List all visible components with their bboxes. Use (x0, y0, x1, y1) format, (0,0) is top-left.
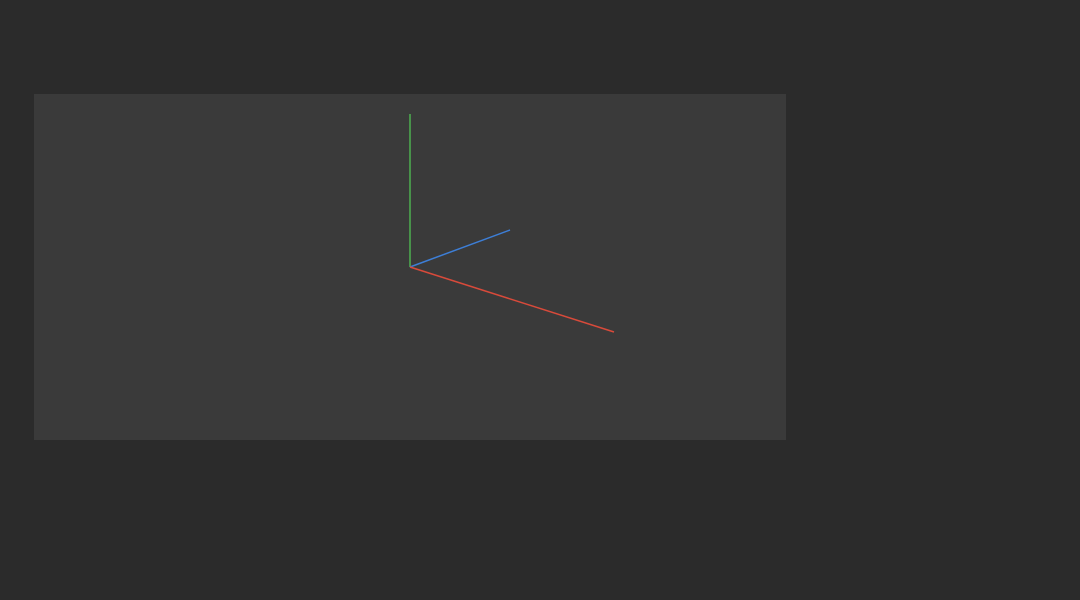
cinema4d-window (0, 0, 1080, 600)
z-axis-line (409, 229, 511, 268)
x-axis-line (409, 266, 615, 333)
viewport-canvas (409, 114, 615, 333)
perspective-viewport[interactable] (34, 94, 786, 440)
